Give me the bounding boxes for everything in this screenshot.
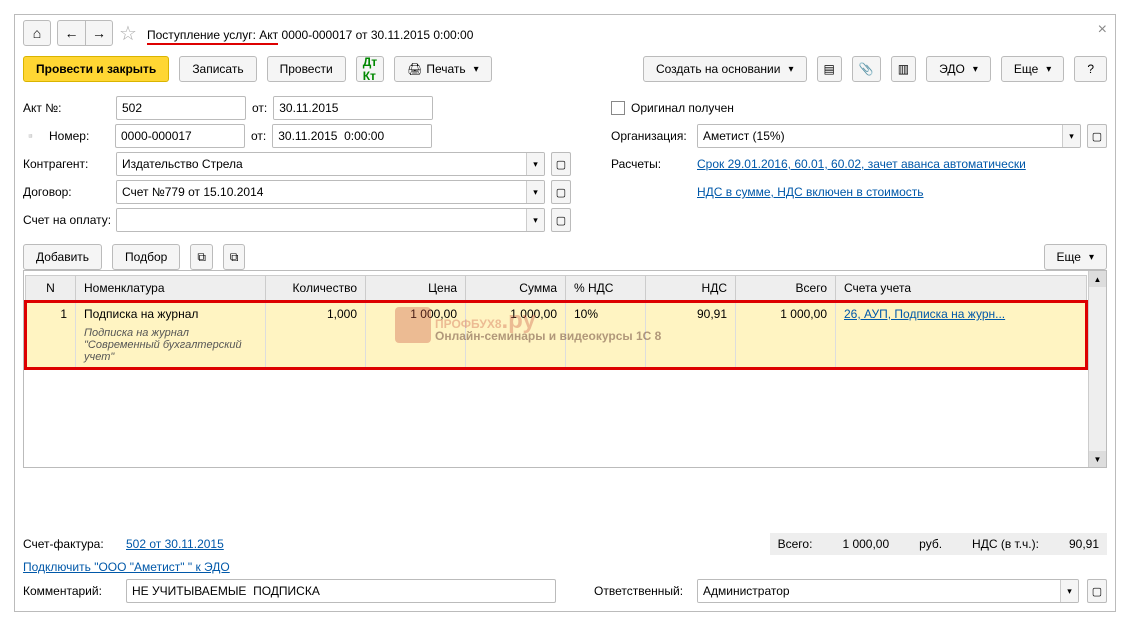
comment-label: Комментарий: bbox=[23, 584, 118, 598]
grid-more-button[interactable]: Еще bbox=[1044, 244, 1107, 270]
total-value: 1 000,00 bbox=[842, 537, 889, 551]
nomer-date-input[interactable] bbox=[273, 125, 432, 147]
main-toolbar: Провести и закрыть Записать Провести ДтК… bbox=[23, 56, 1107, 82]
select-items-button[interactable]: Подбор bbox=[112, 244, 180, 270]
table-row[interactable]: 1 Подписка на журнал Подписка на журнал … bbox=[26, 302, 1087, 369]
cell-total[interactable]: 1 000,00 bbox=[736, 302, 836, 369]
akt-no-label: Акт №: bbox=[23, 101, 110, 115]
col-qty[interactable]: Количество bbox=[266, 276, 366, 302]
vat-incl-label: НДС (в т.ч.): bbox=[972, 537, 1039, 551]
list-button[interactable]: ▥ bbox=[891, 56, 916, 82]
debit-credit-button[interactable]: ДтКт bbox=[356, 56, 384, 82]
edo-button[interactable]: ЭДО bbox=[926, 56, 991, 82]
dropdown-icon[interactable]: ▾ bbox=[526, 209, 544, 231]
nomer-date-from-label: от: bbox=[251, 129, 266, 143]
titlebar: ⌂ ← → ☆ Поступление услуг: Акт 0000-0000… bbox=[23, 20, 1107, 46]
col-accounts[interactable]: Счета учета bbox=[836, 276, 1087, 302]
col-total[interactable]: Всего bbox=[736, 276, 836, 302]
add-row-button[interactable]: Добавить bbox=[23, 244, 102, 270]
cell-accounts[interactable]: 26, АУП, Подписка на журн... bbox=[836, 302, 1087, 369]
col-sum[interactable]: Сумма bbox=[466, 276, 566, 302]
currency-label: руб. bbox=[919, 537, 942, 551]
paste-button[interactable]: ⧉ bbox=[223, 244, 246, 270]
sf-link[interactable]: 502 от 30.11.2015 bbox=[126, 537, 224, 551]
close-icon[interactable]: × bbox=[1098, 21, 1107, 39]
open-ref-button[interactable]: ▢ bbox=[1087, 124, 1107, 148]
struct-button[interactable]: ▤ bbox=[817, 56, 842, 82]
nds-link[interactable]: НДС в сумме, НДС включен в стоимость bbox=[697, 185, 924, 199]
vat-incl-value: 90,91 bbox=[1069, 537, 1099, 551]
total-label: Всего: bbox=[778, 537, 813, 551]
open-ref-button[interactable]: ▢ bbox=[551, 152, 571, 176]
help-button[interactable]: ? bbox=[1074, 56, 1107, 82]
forward-button[interactable]: → bbox=[85, 20, 113, 46]
kontragent-label: Контрагент: bbox=[23, 157, 110, 171]
attach-button[interactable]: 📎 bbox=[852, 56, 881, 82]
col-vat[interactable]: НДС bbox=[646, 276, 736, 302]
original-checkbox[interactable] bbox=[611, 101, 625, 115]
dropdown-icon[interactable]: ▾ bbox=[526, 153, 544, 175]
window-title: Поступление услуг: Акт 0000-000017 от 30… bbox=[147, 23, 473, 44]
status-icon: ▫️ bbox=[23, 129, 43, 143]
copy-button[interactable]: ⧉ bbox=[190, 244, 213, 270]
akt-date-from-label: от: bbox=[252, 101, 267, 115]
cell-sum[interactable]: 1 000,00 bbox=[466, 302, 566, 369]
print-button[interactable]: 🖨Печать bbox=[394, 56, 492, 82]
post-and-close-button[interactable]: Провести и закрыть bbox=[23, 56, 169, 82]
dropdown-icon[interactable]: ▾ bbox=[526, 181, 544, 203]
totals-bar: Всего: 1 000,00 руб. НДС (в т.ч.): 90,91 bbox=[770, 533, 1107, 555]
col-price[interactable]: Цена bbox=[366, 276, 466, 302]
back-button[interactable]: ← bbox=[57, 20, 85, 46]
create-based-button[interactable]: Создать на основании bbox=[643, 56, 807, 82]
printer-icon: 🖨 bbox=[407, 62, 422, 76]
sf-label: Счет-фактура: bbox=[23, 537, 118, 551]
akt-date-input[interactable] bbox=[274, 97, 433, 119]
kontragent-input[interactable] bbox=[117, 153, 526, 175]
col-vat-pct[interactable]: % НДС bbox=[566, 276, 646, 302]
scroll-down-icon[interactable]: ▼ bbox=[1089, 451, 1106, 467]
nomer-label: Номер: bbox=[49, 129, 109, 143]
responsible-label: Ответственный: bbox=[594, 584, 689, 598]
raschety-link[interactable]: Срок 29.01.2016, 60.01, 60.02, зачет ава… bbox=[697, 157, 1026, 171]
comment-input[interactable] bbox=[126, 579, 556, 603]
edo-connect-link[interactable]: Подключить "ООО "Аметист" " к ЭДО bbox=[23, 560, 230, 574]
org-label: Организация: bbox=[611, 129, 691, 143]
dogovor-input[interactable] bbox=[117, 181, 526, 203]
schet-label: Счет на оплату: bbox=[23, 213, 110, 227]
nomer-input[interactable] bbox=[115, 124, 245, 148]
post-button[interactable]: Провести bbox=[267, 56, 346, 82]
col-n[interactable]: N bbox=[26, 276, 76, 302]
raschety-label: Расчеты: bbox=[611, 157, 691, 171]
scroll-up-icon[interactable]: ▲ bbox=[1089, 271, 1106, 287]
home-button[interactable]: ⌂ bbox=[23, 20, 51, 46]
col-nomen[interactable]: Номенклатура bbox=[76, 276, 266, 302]
favorite-icon[interactable]: ☆ bbox=[119, 21, 137, 46]
open-ref-button[interactable]: ▢ bbox=[1087, 579, 1107, 603]
dogovor-label: Договор: bbox=[23, 185, 110, 199]
responsible-input[interactable] bbox=[698, 580, 1060, 602]
scrollbar[interactable]: ▲ ▼ bbox=[1088, 271, 1106, 467]
dropdown-icon[interactable]: ▾ bbox=[1060, 580, 1078, 602]
cell-n[interactable]: 1 bbox=[26, 302, 76, 369]
cell-vat[interactable]: 90,91 bbox=[646, 302, 736, 369]
cell-nomen[interactable]: Подписка на журнал Подписка на журнал "С… bbox=[76, 302, 266, 369]
original-label: Оригинал получен bbox=[631, 101, 734, 115]
cell-price[interactable]: 1 000,00 bbox=[366, 302, 466, 369]
open-ref-button[interactable]: ▢ bbox=[551, 208, 571, 232]
save-button[interactable]: Записать bbox=[179, 56, 256, 82]
org-input[interactable] bbox=[698, 125, 1062, 147]
cell-qty[interactable]: 1,000 bbox=[266, 302, 366, 369]
open-ref-button[interactable]: ▢ bbox=[551, 180, 571, 204]
akt-no-input[interactable] bbox=[116, 96, 246, 120]
more-button[interactable]: Еще bbox=[1001, 56, 1064, 82]
cell-vat-pct[interactable]: 10% bbox=[566, 302, 646, 369]
schet-input[interactable] bbox=[117, 209, 526, 231]
items-table: N Номенклатура Количество Цена Сумма % Н… bbox=[24, 275, 1088, 370]
dropdown-icon[interactable]: ▾ bbox=[1062, 125, 1080, 147]
